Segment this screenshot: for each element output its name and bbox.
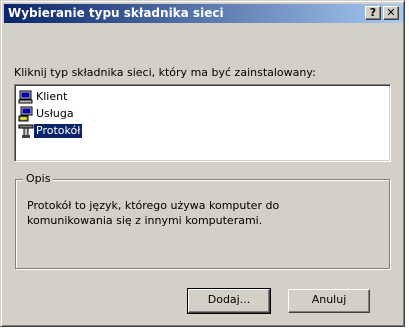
list-item-label: Usługa	[36, 107, 74, 120]
close-button[interactable]: ✕	[383, 6, 399, 20]
add-button[interactable]: Dodaj...	[187, 288, 271, 314]
description-text: Protokół to język, którego używa kompute…	[27, 199, 280, 227]
protocol-icon	[18, 123, 34, 139]
list-item-service[interactable]: Usługa	[18, 106, 76, 122]
list-item-label: Protokół	[34, 124, 83, 138]
cancel-button[interactable]: Anuluj	[288, 289, 370, 313]
component-type-list[interactable]: Klient Usługa Protokół	[14, 84, 391, 162]
client-computer-icon	[18, 89, 34, 105]
service-icon	[18, 106, 34, 122]
help-button[interactable]: ?	[365, 6, 381, 20]
instruction-label: Kliknij typ składnika sieci, który ma by…	[14, 66, 316, 79]
network-component-dialog: Wybieranie typu składnika sieci ? ✕ Klik…	[0, 0, 405, 327]
title-bar[interactable]: Wybieranie typu składnika sieci ? ✕	[4, 4, 403, 23]
list-item-label: Klient	[36, 90, 68, 103]
list-item-protocol[interactable]: Protokół	[18, 123, 83, 139]
window-title: Wybieranie typu składnika sieci	[8, 6, 224, 20]
description-group-label: Opis	[23, 172, 54, 185]
list-item-client[interactable]: Klient	[18, 89, 69, 105]
